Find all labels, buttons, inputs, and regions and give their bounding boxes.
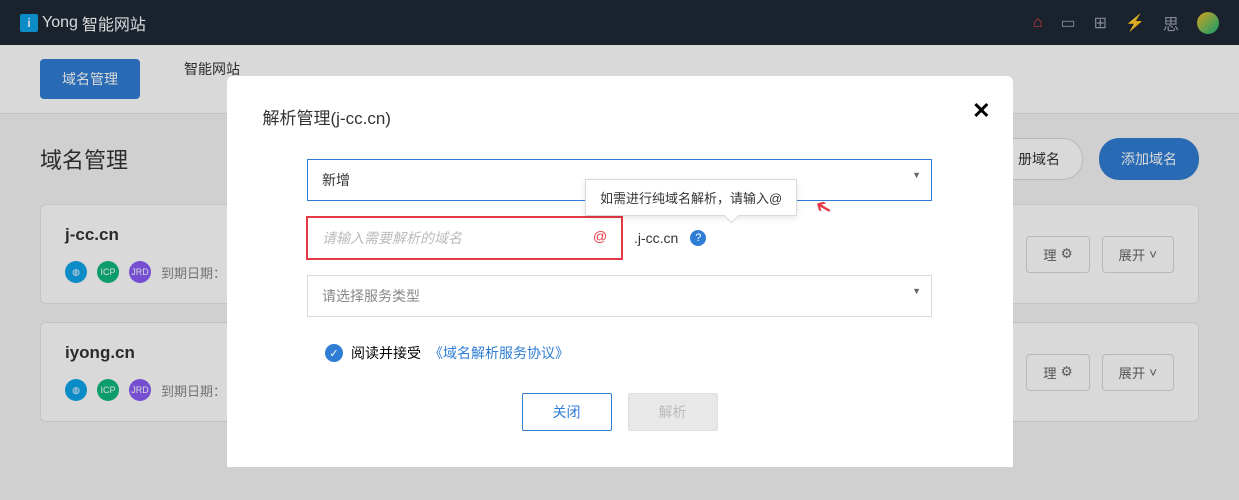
- check-icon[interactable]: ✓: [325, 344, 343, 362]
- modal-dns-manage: 解析管理(j-cc.cn) ✕ 新增 如需进行纯域名解析，请输入@ ➔ 请输入需…: [227, 76, 1013, 467]
- domain-suffix: .j-cc.cn: [634, 230, 678, 246]
- resolve-button[interactable]: 解析: [628, 393, 718, 431]
- modal-backdrop: 解析管理(j-cc.cn) ✕ 新增 如需进行纯域名解析，请输入@ ➔ 请输入需…: [0, 0, 1239, 500]
- domain-input[interactable]: 请输入需要解析的域名 @: [307, 217, 622, 259]
- help-icon[interactable]: ?: [690, 230, 706, 246]
- agreement-prefix: 阅读并接受: [351, 343, 421, 363]
- close-button[interactable]: 关闭: [522, 393, 612, 431]
- tooltip: 如需进行纯域名解析，请输入@: [585, 179, 797, 216]
- modal-title: 解析管理(j-cc.cn): [263, 104, 977, 129]
- agreement-row: ✓ 阅读并接受 《域名解析服务协议》: [325, 343, 932, 363]
- select-service-type[interactable]: 请选择服务类型: [307, 275, 932, 317]
- agreement-link[interactable]: 《域名解析服务协议》: [429, 343, 569, 363]
- close-icon[interactable]: ✕: [972, 98, 990, 124]
